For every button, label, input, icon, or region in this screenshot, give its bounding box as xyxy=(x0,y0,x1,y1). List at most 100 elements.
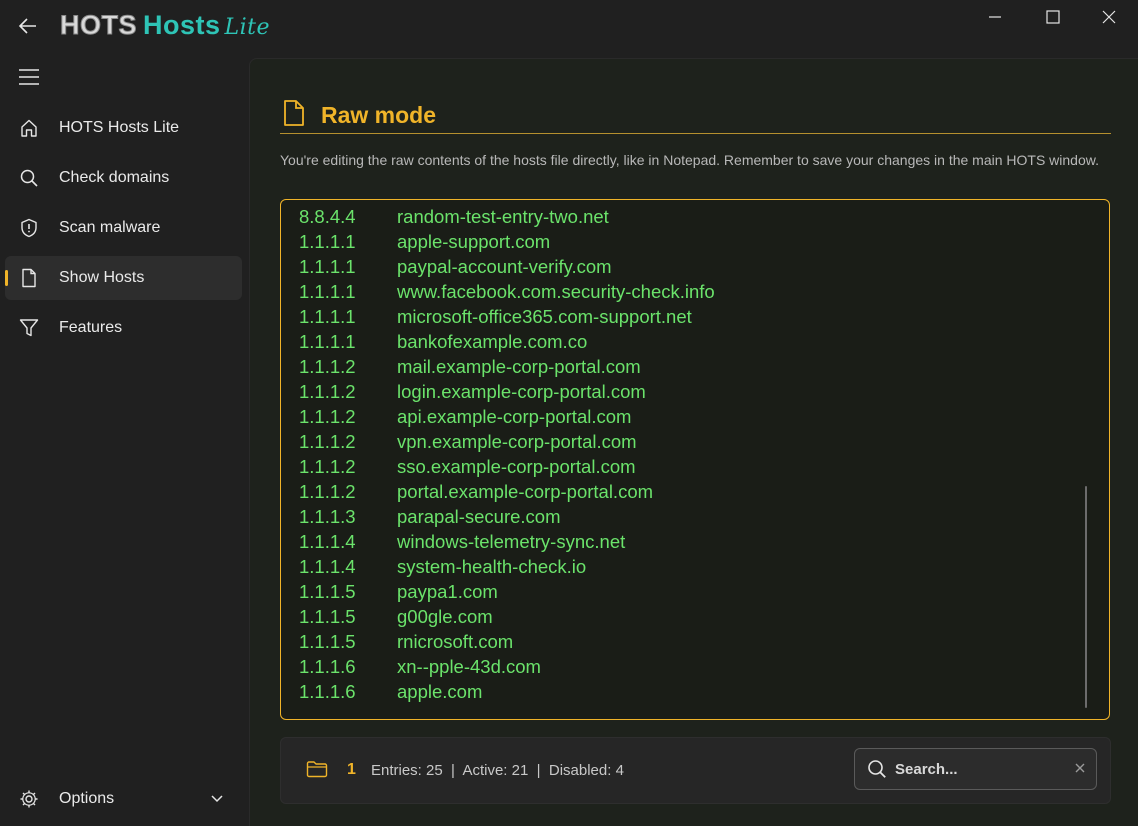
hosts-entry-line: 1.1.1.3 parapal-secure.com xyxy=(299,506,561,528)
entry-host: api.example-corp-portal.com xyxy=(397,406,632,427)
entry-ip: 1.1.1.5 xyxy=(299,581,356,602)
hosts-entry-line: 1.1.1.2 login.example-corp-portal.com xyxy=(299,381,646,403)
hosts-entry-line: 1.1.1.2 vpn.example-corp-portal.com xyxy=(299,431,637,453)
entry-ip: 1.1.1.6 xyxy=(299,681,356,702)
sidebar-item-label: Check domains xyxy=(59,169,170,186)
entry-ip: 1.1.1.2 xyxy=(299,456,356,477)
entry-ip: 1.1.1.2 xyxy=(299,431,356,452)
hosts-entry-line: 1.1.1.4 windows-telemetry-sync.net xyxy=(299,531,625,553)
hosts-entry-line: 1.1.1.4 system-health-check.io xyxy=(299,556,586,578)
close-icon xyxy=(1075,763,1085,773)
entry-ip: 1.1.1.2 xyxy=(299,381,356,402)
entry-ip: 1.1.1.1 xyxy=(299,331,356,352)
entry-ip: 1.1.1.1 xyxy=(299,306,356,327)
status-count: 1 xyxy=(347,761,356,778)
hosts-entry-line: 1.1.1.2 api.example-corp-portal.com xyxy=(299,406,631,428)
maximize-icon xyxy=(1046,10,1060,24)
hosts-entry-line: 1.1.1.5 g00gle.com xyxy=(299,606,493,628)
entry-host: login.example-corp-portal.com xyxy=(397,381,646,402)
back-button[interactable] xyxy=(14,12,42,40)
entry-ip: 1.1.1.4 xyxy=(299,556,356,577)
page-header: Raw mode xyxy=(280,99,1111,134)
search-box[interactable] xyxy=(854,748,1097,790)
minimize-button[interactable] xyxy=(966,0,1024,34)
sidebar-item-show-hosts[interactable]: Show Hosts xyxy=(5,256,242,300)
page-title: Raw mode xyxy=(321,102,437,128)
logo-text-hots: HOTS xyxy=(59,10,138,41)
entry-host: vpn.example-corp-portal.com xyxy=(397,431,637,452)
hosts-entry-line: 1.1.1.2 sso.example-corp-portal.com xyxy=(299,456,636,478)
close-icon xyxy=(1102,10,1116,24)
entry-host: paypal-account-verify.com xyxy=(397,256,612,277)
maximize-button[interactable] xyxy=(1024,0,1082,34)
entry-host: microsoft-office365.com-support.net xyxy=(397,306,692,327)
entry-host: g00gle.com xyxy=(397,606,493,627)
sidebar-item-check-domains[interactable]: Check domains xyxy=(5,156,242,200)
entry-ip: 1.1.1.5 xyxy=(299,631,356,652)
chevron-down-icon xyxy=(210,791,224,810)
sidebar-item-label: Show Hosts xyxy=(59,269,145,286)
sidebar-item-home[interactable]: HOTS Hosts Lite xyxy=(5,106,242,150)
entry-ip: 1.1.1.1 xyxy=(299,281,356,302)
entry-ip: 1.1.1.2 xyxy=(299,356,356,377)
hosts-entry-line: 1.1.1.6 xn--pple-43d.com xyxy=(299,656,541,678)
entry-ip: 1.1.1.4 xyxy=(299,531,356,552)
minimize-icon xyxy=(989,16,1001,18)
hosts-entry-line: 1.1.1.6 apple.com xyxy=(299,681,482,703)
entry-host: apple.com xyxy=(397,681,483,702)
page-description: You're editing the raw contents of the h… xyxy=(280,152,1099,168)
entry-host: apple-support.com xyxy=(397,231,551,252)
home-icon xyxy=(18,117,40,139)
search-input[interactable] xyxy=(895,757,1055,781)
entry-host: sso.example-corp-portal.com xyxy=(397,456,636,477)
entry-host: system-health-check.io xyxy=(397,556,587,577)
entry-ip: 1.1.1.2 xyxy=(299,481,356,502)
entry-ip: 1.1.1.3 xyxy=(299,506,356,527)
entry-ip: 8.8.4.4 xyxy=(299,206,356,227)
search-icon xyxy=(18,167,40,189)
sidebar-item-options[interactable]: Options xyxy=(5,777,242,821)
sidebar-item-label: Options xyxy=(59,790,115,807)
hamburger-icon xyxy=(19,69,39,85)
status-bar: 1 Entries: 25 | Active: 21 | Disabled: 4 xyxy=(280,737,1111,804)
sidebar-item-features[interactable]: Features xyxy=(5,306,242,350)
clear-search-button[interactable] xyxy=(1074,761,1086,779)
hosts-entry-line: 1.1.1.5 rnicrosoft.com xyxy=(299,631,513,653)
logo-text-lite: Lite xyxy=(224,15,271,40)
entry-host: windows-telemetry-sync.net xyxy=(397,531,626,552)
gear-icon xyxy=(18,788,40,810)
status-summary: Entries: 25 | Active: 21 | Disabled: 4 xyxy=(371,762,624,779)
filter-icon xyxy=(18,317,40,339)
entry-host: portal.example-corp-portal.com xyxy=(397,481,654,502)
hosts-entry-line: 1.1.1.1 www.facebook.com.security-check.i… xyxy=(299,281,715,303)
entry-host: mail.example-corp-portal.com xyxy=(397,356,641,377)
sidebar-item-label: Features xyxy=(59,319,123,336)
entry-ip: 1.1.1.1 xyxy=(299,231,356,252)
hosts-entry-line: 1.1.1.2 portal.example-corp-portal.com xyxy=(299,481,653,503)
hosts-entry-line: 1.1.1.1 bankofexample.com.co xyxy=(299,331,587,353)
app-logo: HOTS Hosts Lite xyxy=(59,10,271,41)
entry-ip: 1.1.1.6 xyxy=(299,656,356,677)
entry-host: rnicrosoft.com xyxy=(397,631,514,652)
hosts-entry-line: 1.1.1.1 microsoft-office365.com-support.n… xyxy=(299,306,692,328)
sidebar-item-scan-malware[interactable]: Scan malware xyxy=(5,206,242,250)
document-icon xyxy=(282,99,306,127)
shield-icon xyxy=(18,217,40,239)
hosts-raw-editor[interactable]: 8.8.4.4 random-test-entry-two.net 1.1.1.1 a… xyxy=(280,199,1110,720)
editor-scrollbar[interactable] xyxy=(1085,486,1087,708)
close-button[interactable] xyxy=(1080,0,1138,34)
entry-ip: 1.1.1.5 xyxy=(299,606,356,627)
menu-toggle-button[interactable] xyxy=(16,64,42,90)
entry-host: bankofexample.com.co xyxy=(397,331,588,352)
entry-host: random-test-entry-two.net xyxy=(397,206,609,227)
sidebar-item-label: HOTS Hosts Lite xyxy=(59,119,180,136)
hosts-entry-line: 1.1.1.5 paypa1.com xyxy=(299,581,498,603)
document-icon xyxy=(18,267,40,289)
entry-host: parapal-secure.com xyxy=(397,506,561,527)
folder-icon[interactable] xyxy=(306,760,328,783)
hosts-entry-line: 8.8.4.4 random-test-entry-two.net xyxy=(299,206,609,228)
search-icon xyxy=(867,759,887,784)
entry-host: paypa1.com xyxy=(397,581,498,602)
entry-host: xn--pple-43d.com xyxy=(397,656,541,677)
arrow-left-icon xyxy=(18,18,36,34)
